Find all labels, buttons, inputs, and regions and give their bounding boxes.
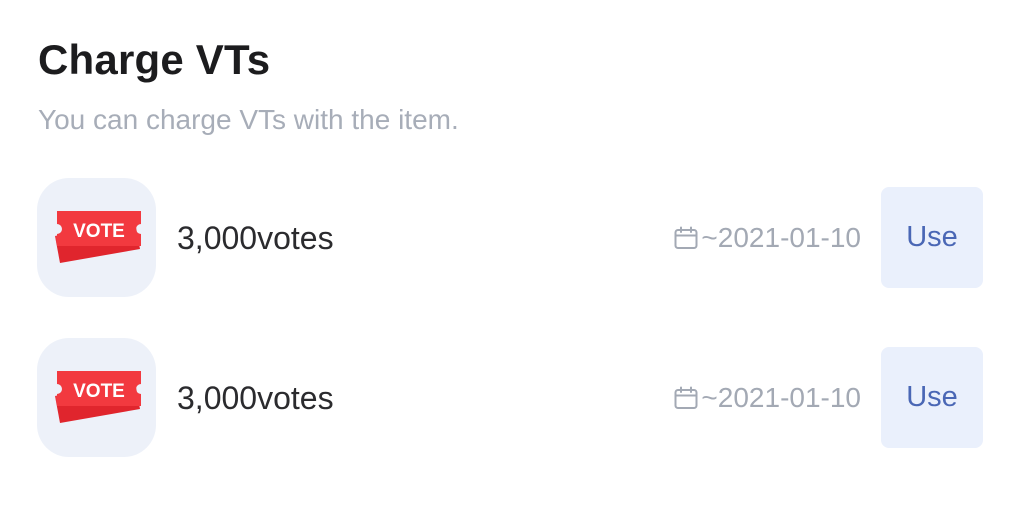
- item-row: VOTE 3,000votes ~2021-01-10 Use: [0, 338, 1013, 458]
- ticket-label: VOTE: [73, 221, 125, 242]
- page-title: Charge VTs: [38, 36, 271, 83]
- expiry-date: ~2021-01-10: [701, 222, 861, 253]
- item-row: VOTE 3,000votes ~2021-01-10 Use: [0, 178, 1013, 298]
- item-thumbnail: VOTE: [37, 178, 156, 297]
- expiry-date: ~2021-01-10: [701, 382, 861, 413]
- item-expiry: ~2021-01-10: [673, 380, 861, 416]
- page-subtitle: You can charge VTs with the item.: [38, 104, 459, 135]
- calendar-icon: [674, 386, 698, 409]
- ticket-label: VOTE: [73, 381, 125, 402]
- vote-ticket-icon: VOTE: [55, 371, 141, 423]
- item-expiry: ~2021-01-10: [673, 220, 861, 256]
- calendar-icon: [674, 226, 698, 249]
- item-name: 3,000votes: [177, 380, 334, 416]
- item-thumbnail: VOTE: [37, 338, 156, 457]
- use-button[interactable]: Use: [881, 187, 983, 288]
- use-button[interactable]: Use: [881, 347, 983, 448]
- vote-ticket-icon: VOTE: [55, 211, 141, 263]
- item-name: 3,000votes: [177, 220, 334, 256]
